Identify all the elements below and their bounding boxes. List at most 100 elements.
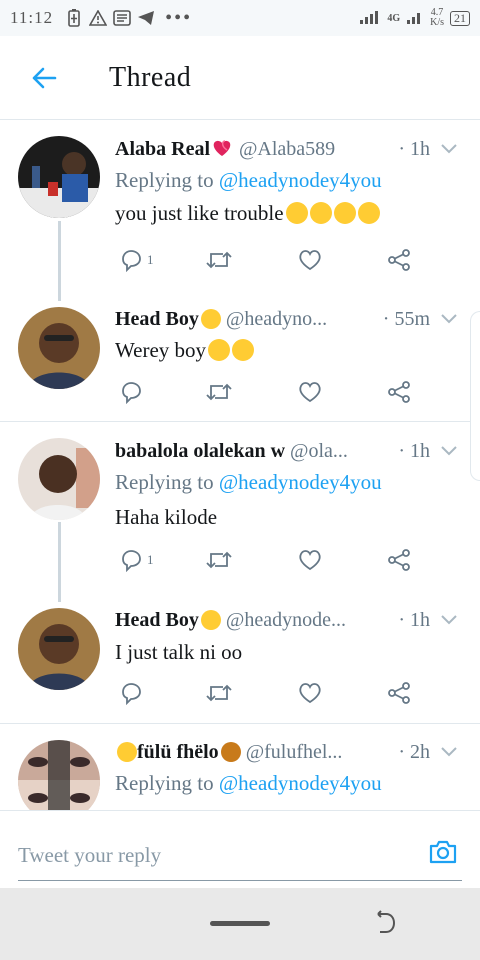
like-icon <box>299 250 321 271</box>
tweet-3[interactable]: babalola olalekan w @ola... · 1h Replyin… <box>0 422 480 602</box>
laughing-emoji <box>232 339 255 361</box>
timestamp: · 1h <box>394 609 430 632</box>
retweet-button[interactable] <box>205 545 233 575</box>
camera-button[interactable] <box>426 835 460 869</box>
tweet-2[interactable]: Head Boy @headyno... · 55m Werey boy <box>0 301 480 421</box>
chevron-down-icon[interactable] <box>440 445 458 457</box>
timestamp: · 2h <box>394 741 430 764</box>
reply-button[interactable]: 1 <box>119 545 154 575</box>
page-title: Thread <box>109 61 192 93</box>
side-panel-edge[interactable] <box>470 311 480 481</box>
retweet-button[interactable] <box>205 245 233 275</box>
thread-connector <box>58 522 61 602</box>
reply-button[interactable] <box>119 678 147 708</box>
reply-button[interactable] <box>119 377 147 407</box>
display-name[interactable]: Head Boy <box>115 308 199 330</box>
tweet-header: Head Boy @headynode... · 1h <box>115 609 430 632</box>
share-icon <box>388 381 410 403</box>
back-button[interactable] <box>22 56 66 100</box>
more-notifications-icon: ••• <box>165 6 193 29</box>
timestamp: · 1h <box>394 440 430 463</box>
telegram-icon <box>137 9 155 27</box>
reply-icon <box>122 683 141 705</box>
mention-link[interactable]: @headynodey4you <box>219 771 382 795</box>
tweet-text: Werey boy <box>115 338 255 363</box>
display-name[interactable]: Alaba Real <box>115 138 210 160</box>
display-name[interactable]: babalola olalekan w <box>115 440 285 462</box>
thread-feed[interactable]: Alaba Real @Alaba589 · 1h Replying to @h… <box>0 121 480 810</box>
laughing-emoji <box>333 202 356 224</box>
tweet-body: Haha kilode <box>115 505 218 529</box>
tweet-actions: 1 <box>115 545 415 575</box>
replying-to-label: Replying to <box>115 168 219 192</box>
reply-button[interactable]: 1 <box>119 245 154 275</box>
timestamp: · 55m <box>378 308 430 331</box>
back-gesture-icon[interactable] <box>372 910 398 936</box>
like-button[interactable] <box>297 245 323 275</box>
handle: @fulufhel... <box>245 741 343 763</box>
avatar[interactable] <box>18 438 100 520</box>
chevron-down-icon[interactable] <box>440 746 458 758</box>
back-arrow-icon <box>32 67 57 88</box>
like-icon <box>299 382 321 403</box>
tweet-4[interactable]: Head Boy @headynode... · 1h I just talk … <box>0 602 480 722</box>
tweet-1[interactable]: Alaba Real @Alaba589 · 1h Replying to @h… <box>0 121 480 301</box>
status-time: 11:12 <box>10 8 54 27</box>
handle: @headynode... <box>225 609 346 631</box>
share-button[interactable] <box>387 678 411 708</box>
like-icon <box>299 550 321 571</box>
retweet-icon <box>206 684 232 702</box>
reply-input[interactable]: Tweet your reply <box>18 831 462 881</box>
tweet-actions: 1 <box>115 245 415 275</box>
mention-link[interactable]: @headynodey4you <box>219 470 382 494</box>
retweet-icon <box>206 251 232 269</box>
tweet-text: Haha kilode <box>115 505 217 530</box>
like-button[interactable] <box>297 377 323 407</box>
chevron-down-icon[interactable] <box>440 614 458 626</box>
laughing-emoji <box>309 202 332 224</box>
share-button[interactable] <box>387 377 411 407</box>
tweet-body: Werey boy <box>115 338 207 362</box>
neutral-face-emoji <box>200 610 221 630</box>
share-button[interactable] <box>387 245 411 275</box>
network-type: 4G <box>387 12 401 24</box>
home-gesture-bar[interactable] <box>210 921 270 926</box>
battery-saver-icon <box>65 9 83 27</box>
retweet-button[interactable] <box>205 678 233 708</box>
share-icon <box>388 682 410 704</box>
avatar[interactable] <box>18 740 100 810</box>
tweet-header: Alaba Real @Alaba589 · 1h <box>115 138 430 161</box>
retweet-button[interactable] <box>205 377 233 407</box>
reply-icon <box>122 250 141 272</box>
tired-face-emoji <box>285 202 308 224</box>
share-icon <box>388 249 410 271</box>
tweet-header: fülü fhëlo @fulufhel... · 2h <box>115 741 430 764</box>
camera-icon <box>429 840 457 864</box>
mention-link[interactable]: @headynodey4you <box>219 168 382 192</box>
tweet-body: I just talk ni oo <box>115 640 243 664</box>
like-button[interactable] <box>297 545 323 575</box>
system-nav-bar <box>0 888 480 960</box>
replying-to-label: Replying to <box>115 771 219 795</box>
handle: @Alaba589 <box>239 138 336 160</box>
chevron-down-icon[interactable] <box>440 143 458 155</box>
avatar[interactable] <box>18 608 100 690</box>
chevron-down-icon[interactable] <box>440 313 458 325</box>
share-button[interactable] <box>387 545 411 575</box>
avatar[interactable] <box>18 136 100 218</box>
like-button[interactable] <box>297 678 323 708</box>
notification-icons: ••• <box>65 7 192 30</box>
status-bar: 11:12 ••• 4G 4.7 K/s 21 <box>0 0 480 36</box>
tweet-header: babalola olalekan w @ola... · 1h <box>115 440 430 463</box>
tweet-5[interactable]: fülü fhëlo @fulufhel... · 2h Replying to… <box>0 724 480 810</box>
display-name[interactable]: Head Boy <box>115 609 199 631</box>
butterfly-emoji <box>220 742 241 762</box>
neutral-face-emoji <box>200 309 221 329</box>
tweet-text: you just like trouble <box>115 201 380 226</box>
avatar[interactable] <box>18 307 100 389</box>
speed-unit: K/s <box>430 17 444 28</box>
display-name[interactable]: fülü fhëlo <box>137 741 219 763</box>
signal-icon <box>359 9 381 28</box>
battery-level: 21 <box>450 10 470 26</box>
laughing-emoji <box>357 202 380 224</box>
